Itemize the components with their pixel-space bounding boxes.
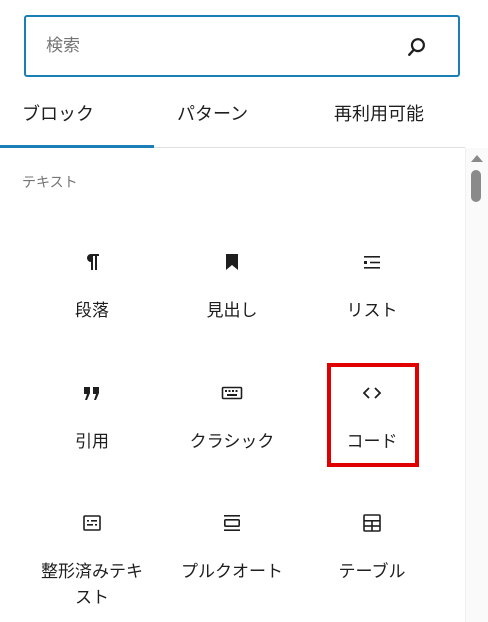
scroll-thumb[interactable] bbox=[471, 170, 481, 202]
block-list: テキスト 段落 見出し リスト 引用 クラシック コード 整形済みテキ スト プ… bbox=[0, 148, 465, 622]
block-table[interactable]: テーブル bbox=[302, 511, 442, 621]
block-classic[interactable]: クラシック bbox=[162, 381, 302, 491]
quote-icon bbox=[84, 387, 99, 400]
block-pullquote[interactable]: プルクオート bbox=[162, 511, 302, 621]
block-inserter-panel: ブロック パターン 再利用可能 テキスト 段落 見出し リスト bbox=[0, 0, 488, 622]
inserter-tabs: ブロック パターン 再利用可能 bbox=[0, 86, 465, 148]
search-icon[interactable] bbox=[406, 36, 428, 58]
scrollbar[interactable] bbox=[465, 148, 488, 622]
scroll-up-arrow-icon[interactable] bbox=[471, 155, 483, 162]
block-label: テーブル bbox=[338, 562, 406, 582]
block-heading[interactable]: 見出し bbox=[162, 250, 302, 360]
preformatted-icon bbox=[83, 515, 101, 531]
block-paragraph[interactable]: 段落 bbox=[22, 250, 162, 360]
block-label: リスト bbox=[346, 301, 398, 321]
block-label: 引用 bbox=[75, 432, 109, 452]
block-list-item[interactable]: リスト bbox=[302, 250, 442, 360]
block-label: 段落 bbox=[75, 301, 109, 321]
tab-reusable[interactable]: 再利用可能 bbox=[334, 86, 424, 147]
tab-patterns[interactable]: パターン bbox=[177, 86, 248, 147]
search-box[interactable] bbox=[24, 15, 460, 77]
block-preformatted[interactable]: 整形済みテキ スト bbox=[22, 511, 162, 621]
table-icon bbox=[363, 514, 381, 532]
category-title: テキスト bbox=[22, 175, 78, 191]
tab-blocks[interactable]: ブロック bbox=[0, 86, 154, 148]
highlight-box bbox=[327, 363, 419, 467]
search-input[interactable] bbox=[46, 17, 386, 75]
block-label: 見出し bbox=[206, 301, 258, 321]
pullquote-icon bbox=[224, 515, 240, 531]
list-icon bbox=[364, 256, 380, 269]
block-label-line2: スト bbox=[75, 588, 109, 608]
block-label: プルクオート bbox=[181, 562, 283, 582]
block-quote[interactable]: 引用 bbox=[22, 381, 162, 491]
block-label: クラシック bbox=[189, 432, 275, 452]
paragraph-icon bbox=[87, 254, 99, 270]
block-label-line1: 整形済みテキ bbox=[41, 562, 143, 582]
bookmark-icon bbox=[226, 254, 238, 270]
keyboard-icon bbox=[221, 386, 243, 400]
